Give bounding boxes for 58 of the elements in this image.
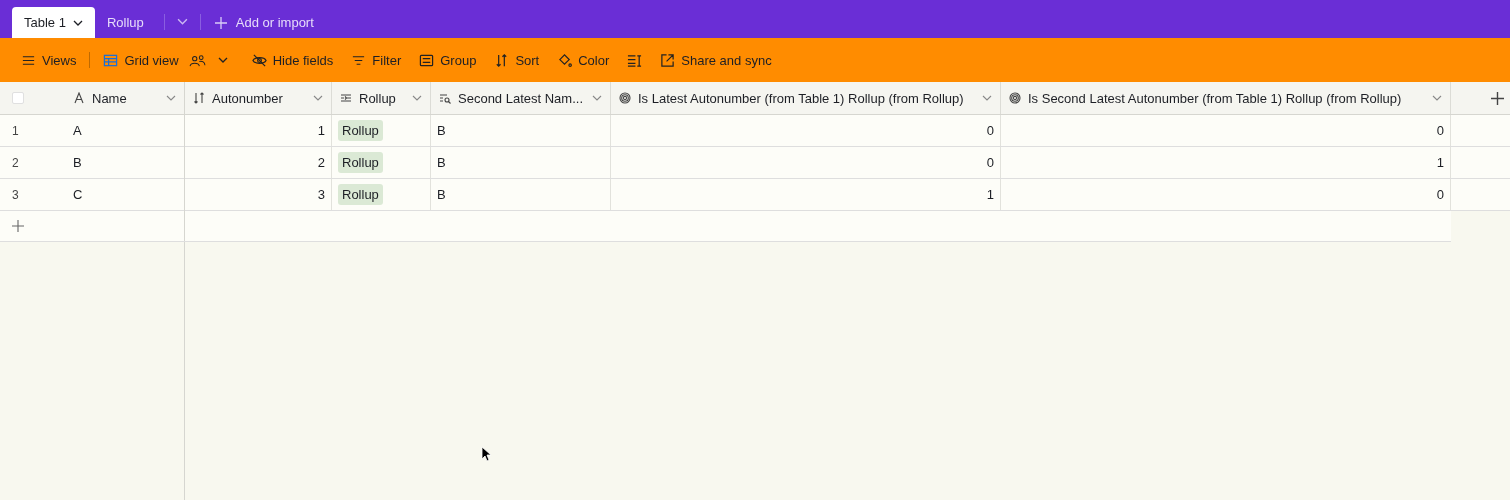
table-tab[interactable]: Table 1	[12, 7, 95, 38]
table-cell: 0	[986, 155, 994, 170]
row-height-icon	[627, 52, 643, 68]
column-header[interactable]: Autonumber	[185, 82, 332, 114]
column-header[interactable]: Second Latest Nam...	[431, 82, 611, 114]
caret-icon[interactable]	[72, 19, 83, 26]
people-icon	[188, 53, 206, 67]
table-tab[interactable]: Rollup	[94, 7, 156, 38]
filter-button[interactable]: Filter	[342, 46, 411, 74]
group-button[interactable]: Group	[410, 46, 486, 74]
select-all-checkbox[interactable]	[12, 92, 24, 104]
rollup-tag: Rollup	[338, 152, 383, 173]
hide-button[interactable]: Hide fields	[242, 46, 343, 74]
table-cell: B	[437, 187, 446, 202]
table-cell: 1	[1436, 155, 1444, 170]
table-cell: B	[437, 155, 446, 170]
share-button[interactable]: Share and sync	[651, 46, 781, 74]
lines-icon	[340, 92, 352, 104]
row-number: 1	[11, 123, 20, 138]
table-cell: B	[437, 123, 446, 138]
table-cell: 0	[1436, 123, 1444, 138]
list-search-icon	[439, 92, 451, 104]
table-cell: 3	[317, 187, 325, 202]
add-column-icon[interactable]	[1491, 91, 1504, 105]
column-header[interactable]: Rollup	[332, 82, 431, 114]
grid-button[interactable]: Grid view	[94, 46, 243, 74]
paint-bucket-icon	[557, 52, 573, 68]
color-button[interactable]: Color	[548, 46, 619, 74]
grid-icon	[103, 52, 119, 68]
table-cell: B	[73, 155, 82, 170]
column-header[interactable]: Is Second Latest Autonumber (from Table 1) Rollup (from Rollup)	[1001, 82, 1451, 114]
add-row-icon[interactable]	[12, 220, 24, 232]
table-cell: A	[73, 123, 82, 138]
row-number: 2	[11, 155, 20, 170]
table-cell: 1	[986, 187, 994, 202]
table-cell: 2	[317, 155, 325, 170]
table-cell: 0	[1436, 187, 1444, 202]
add-or-import-button[interactable]: Add or import	[208, 7, 320, 38]
rollup-tag: Rollup	[338, 120, 383, 141]
row-number: 3	[11, 187, 20, 202]
letter-a-icon	[73, 92, 85, 104]
views-button[interactable]: Views	[12, 46, 86, 74]
concentric-circles-icon	[1009, 92, 1021, 104]
crossed-eye-icon	[251, 52, 267, 68]
column-header[interactable]: Is Latest Autonumber (from Table 1) Rollup (from Rollup)	[611, 82, 1001, 114]
table-cell: 0	[986, 123, 994, 138]
column-header[interactable]: Name	[65, 82, 184, 114]
sort-arrows-icon	[193, 92, 205, 104]
concentric-circles-icon	[619, 92, 631, 104]
table-cell: 1	[317, 123, 325, 138]
rollup-tag: Rollup	[338, 184, 383, 205]
plus-icon	[214, 16, 227, 29]
table-cell: C	[73, 187, 83, 202]
caret-icon	[217, 57, 228, 63]
sort-button[interactable]: Sort	[485, 46, 549, 74]
external-link-icon	[660, 52, 676, 68]
list-box-icon	[419, 52, 435, 68]
mouse-cursor-icon	[481, 446, 491, 462]
